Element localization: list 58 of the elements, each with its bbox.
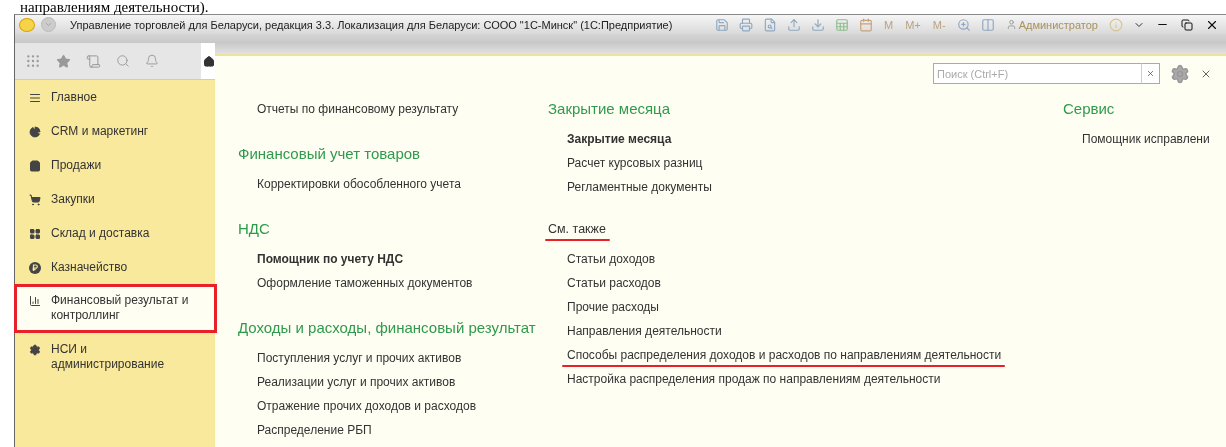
nav-item[interactable]: CRM и маркетинг — [15, 114, 215, 148]
grid-icon — [29, 227, 41, 240]
search-icon — [116, 54, 130, 68]
cart-icon — [29, 193, 41, 206]
menu-link[interactable]: Статьи расходов — [548, 271, 661, 295]
restore-icon — [1181, 18, 1193, 31]
nav-item[interactable]: Склад и доставка — [15, 216, 215, 250]
scroll-icon — [86, 53, 101, 69]
menu-link[interactable]: Прочие расходы — [548, 295, 659, 319]
settings-icon[interactable] — [1170, 63, 1190, 84]
menu-button[interactable] — [41, 17, 56, 32]
info-icon[interactable] — [1107, 17, 1125, 32]
nav-item[interactable]: Финансовый результат и контроллинг — [15, 284, 215, 333]
menu-link[interactable]: Статьи доходов — [548, 247, 656, 271]
clear-icon — [1146, 69, 1155, 78]
menu-link[interactable]: Корректировки обособленного учета — [238, 172, 461, 196]
search-field[interactable]: Поиск (Ctrl+F) — [933, 63, 1141, 84]
caret-icon — [44, 20, 53, 29]
menu-link[interactable]: Помощник исправлени — [1063, 127, 1210, 151]
section-heading: Сервис — [1063, 99, 1115, 119]
document-caption: направлениям деятельности). — [19, 0, 210, 14]
menu-link[interactable]: Отражение прочих доходов и расходов — [238, 394, 476, 418]
nav-item[interactable]: Казначейство — [15, 250, 215, 284]
app-logo-icon — [19, 17, 35, 32]
section-heading: Закрытие месяца — [548, 99, 671, 119]
section-heading: НДС — [238, 219, 270, 239]
nav-item[interactable]: Главное — [15, 80, 215, 114]
settings-icon — [29, 343, 41, 356]
home-icon — [203, 54, 215, 68]
home-tab[interactable] — [201, 43, 215, 79]
menu-link[interactable]: Отчеты по финансовому результату — [238, 97, 459, 121]
star-icon — [56, 53, 71, 69]
restore-button[interactable] — [1178, 18, 1196, 31]
clear-button[interactable] — [1141, 63, 1160, 84]
menu-link[interactable]: Закрытие месяца — [548, 127, 672, 151]
menu-link[interactable]: Поступления услуг и прочих активов — [238, 346, 462, 370]
nav-item[interactable]: НСИ и администрирование — [15, 333, 215, 382]
section-heading: Доходы и расходы, финансовый результат — [238, 318, 536, 338]
menu-link[interactable]: Расчет курсовых разниц — [548, 151, 703, 175]
see-also-label: См. также — [548, 217, 606, 241]
menu-link[interactable]: Регламентные документы — [548, 175, 712, 199]
user-icon — [1005, 19, 1017, 30]
section-heading: Финансовый учет товаров — [238, 144, 421, 164]
menu-link[interactable]: Помощник по учету НДС — [238, 247, 404, 271]
nav-item[interactable]: Продажи — [15, 148, 215, 182]
window-title: Управление торговлей для Беларуси, редакция 3.3. Локализация для Беларуси: СООО "1С-Минск" (1С:Предприятие) — [70, 18, 673, 31]
pie-chart-icon — [29, 125, 41, 138]
menu-icon — [29, 91, 41, 104]
menu-link[interactable]: Способы распределения доходов и расходов по направлениям деятельности — [548, 343, 1002, 367]
grid-icon — [25, 53, 41, 69]
bell-icon — [145, 54, 159, 68]
bar-chart-icon — [29, 294, 41, 307]
menu-link[interactable]: Распределение РБП — [238, 418, 372, 442]
nav-item[interactable]: Закупки — [15, 182, 215, 216]
menu-link[interactable]: Направления деятельности — [548, 319, 722, 343]
menu-link[interactable]: Оформление таможенных документов — [238, 271, 473, 295]
menu-link[interactable]: Настройка распределения продаж по направлениям деятельности — [548, 367, 941, 391]
menu-link[interactable]: Реализации услуг и прочих активов — [238, 370, 456, 394]
